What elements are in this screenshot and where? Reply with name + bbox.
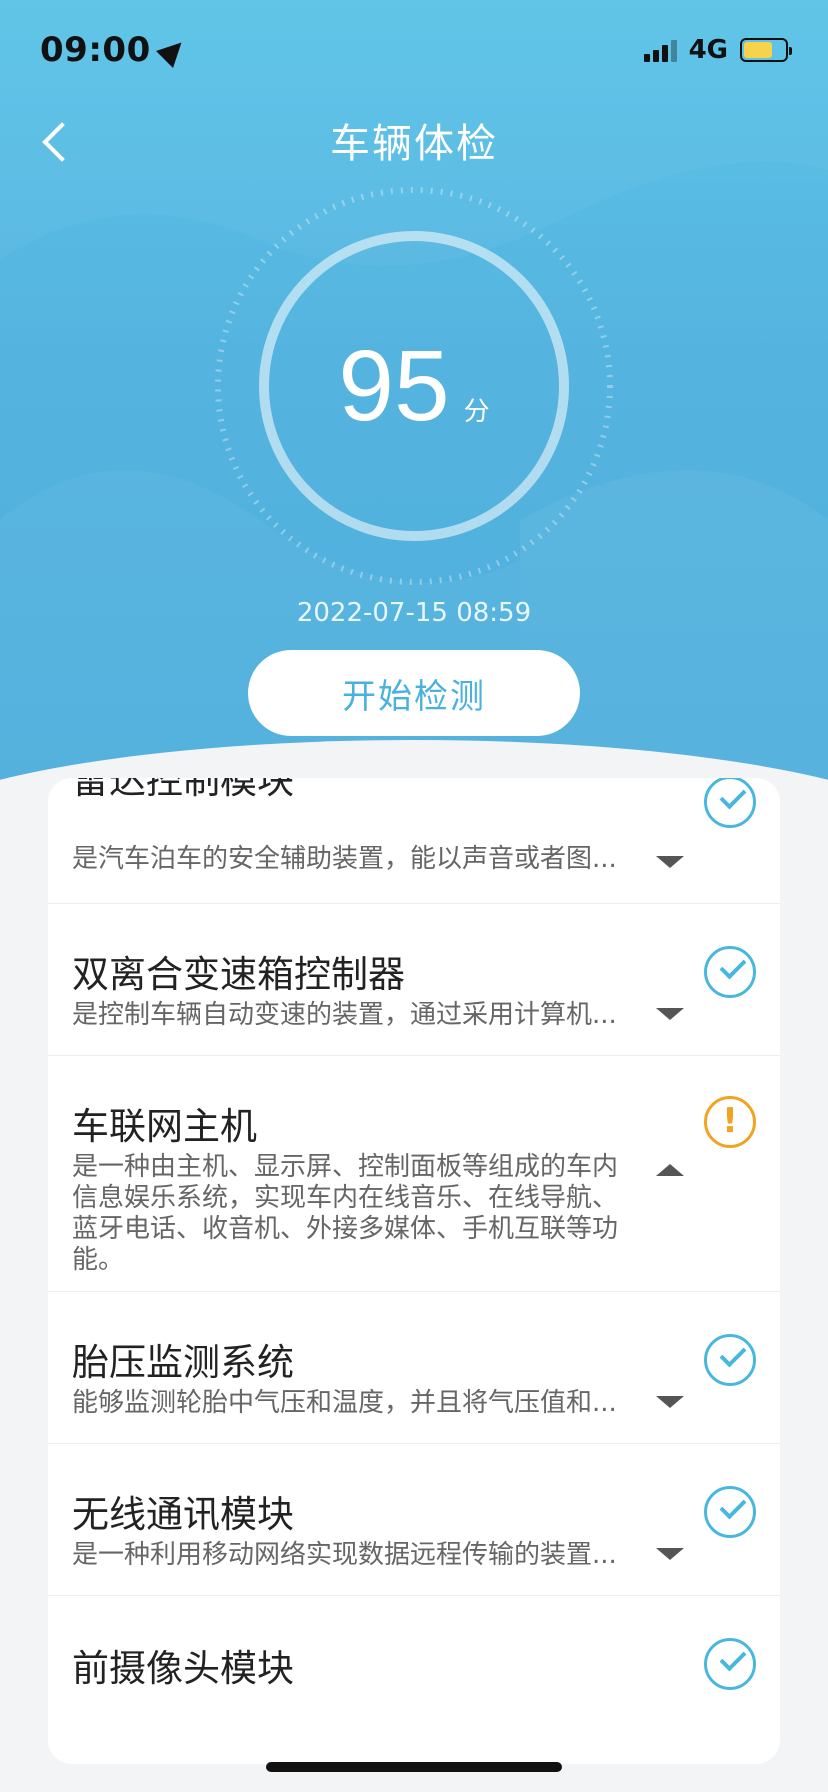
- item-desc: 是控制车辆自动变速的装置，通过采用计算机...: [72, 1000, 617, 1030]
- expand-icon[interactable]: [656, 1396, 684, 1408]
- home-indicator: [266, 1762, 562, 1772]
- status-right: 4G: [643, 35, 792, 65]
- score-display: 95 分: [212, 184, 616, 588]
- check-items-list: 雷达控制模块 是汽车泊车的安全辅助装置，能以声音或者图... 双离合变速箱控制器…: [48, 778, 780, 1756]
- expand-icon[interactable]: [656, 1548, 684, 1560]
- item-title: 车联网主机: [72, 1105, 257, 1148]
- status-ok-icon: [704, 1486, 756, 1538]
- check-item-wireless[interactable]: 无线通讯模块 是一种利用移动网络实现数据远程传输的装置...: [48, 1444, 780, 1596]
- network-label: 4G: [688, 35, 728, 65]
- item-title: 双离合变速箱控制器: [72, 953, 405, 996]
- item-desc: 是汽车泊车的安全辅助装置，能以声音或者图...: [72, 844, 617, 874]
- check-item-front-camera[interactable]: 前摄像头模块: [48, 1596, 780, 1756]
- status-ok-icon: [704, 946, 756, 998]
- check-item-telematics[interactable]: 车联网主机 是一种由主机、显示屏、控制面板等组成的车内信息娱乐系统，实现车内在线…: [48, 1056, 780, 1292]
- status-time-group: 09:00: [40, 30, 190, 70]
- start-check-button[interactable]: 开始检测: [248, 650, 580, 736]
- navigation-bar: 车辆体检: [0, 100, 828, 180]
- item-title: 雷达控制模块: [72, 778, 294, 802]
- signal-icon: [643, 38, 677, 62]
- item-desc: 是一种由主机、显示屏、控制面板等组成的车内信息娱乐系统，实现车内在线音乐、在线导…: [72, 1152, 619, 1275]
- check-date: 2022-07-15 08:59: [296, 598, 532, 628]
- location-arrow-icon: [155, 34, 190, 68]
- status-warning-icon: !: [704, 1096, 756, 1148]
- check-item-radar[interactable]: 雷达控制模块 是汽车泊车的安全辅助装置，能以声音或者图...: [48, 778, 780, 904]
- score-unit: 分: [463, 396, 490, 427]
- check-item-dct[interactable]: 双离合变速箱控制器 是控制车辆自动变速的装置，通过采用计算机...: [48, 904, 780, 1056]
- score-value: 95: [338, 329, 450, 442]
- status-time: 09:00: [40, 30, 151, 70]
- item-title: 无线通讯模块: [72, 1493, 294, 1536]
- battery-fill: [744, 42, 772, 58]
- item-title: 前摄像头模块: [72, 1647, 294, 1690]
- status-ok-icon: [704, 778, 756, 828]
- item-desc: 是一种利用移动网络实现数据远程传输的装置...: [72, 1540, 617, 1570]
- item-title: 胎压监测系统: [72, 1341, 294, 1384]
- page-title: 车辆体检: [330, 121, 498, 167]
- score-gauge: 95 分: [212, 184, 616, 588]
- status-ok-icon: [704, 1638, 756, 1690]
- check-items-card: 雷达控制模块 是汽车泊车的安全辅助装置，能以声音或者图... 双离合变速箱控制器…: [48, 778, 780, 1764]
- item-desc: 能够监测轮胎中气压和温度，并且将气压值和...: [72, 1388, 617, 1418]
- status-bar: 09:00 4G: [0, 0, 828, 100]
- collapse-icon[interactable]: [656, 1164, 684, 1176]
- back-icon[interactable]: [36, 120, 76, 160]
- status-ok-icon: [704, 1334, 756, 1386]
- expand-icon[interactable]: [656, 856, 684, 868]
- expand-icon[interactable]: [656, 1008, 684, 1020]
- battery-icon: [740, 38, 792, 62]
- check-item-tpms[interactable]: 胎压监测系统 能够监测轮胎中气压和温度，并且将气压值和...: [48, 1292, 780, 1444]
